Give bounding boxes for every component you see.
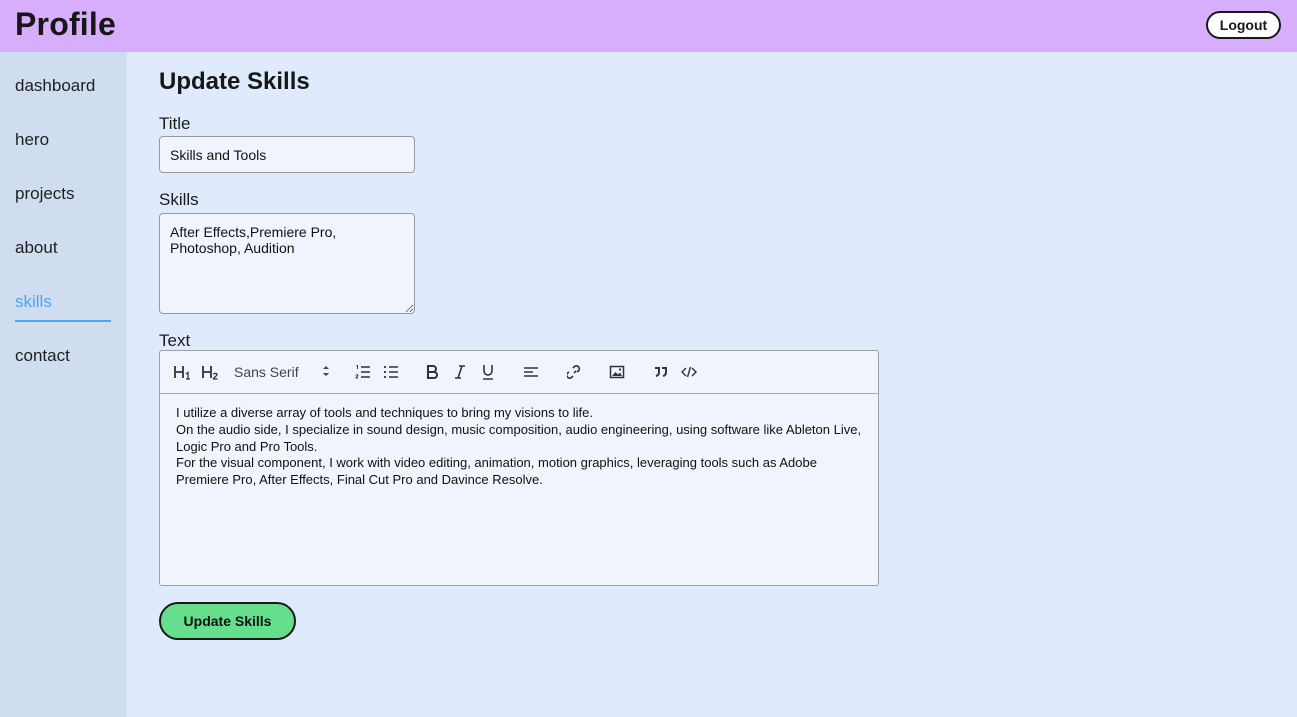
- underline-icon[interactable]: [480, 362, 496, 382]
- sidebar: dashboard hero projects about skills con…: [0, 52, 127, 717]
- link-icon[interactable]: [566, 362, 584, 382]
- main-content: Update Skills Title Skills After Effects…: [127, 52, 1297, 717]
- top-bar: Profile Logout: [0, 0, 1297, 52]
- title-input[interactable]: [159, 136, 415, 173]
- bold-icon[interactable]: [424, 362, 440, 382]
- editor-toolbar: Sans Serif: [160, 351, 878, 394]
- editor-content[interactable]: I utilize a diverse array of tools and t…: [176, 405, 866, 489]
- sidebar-item-hero[interactable]: hero: [15, 130, 49, 150]
- skills-label: Skills: [159, 190, 199, 209]
- page-title: Update Skills: [159, 68, 310, 95]
- sidebar-item-dashboard[interactable]: dashboard: [15, 76, 95, 96]
- editor-paragraph: I utilize a diverse array of tools and t…: [176, 405, 593, 420]
- rich-text-editor: Sans Serif I utilize a diverse array of …: [159, 350, 879, 586]
- editor-paragraph: For the visual component, I work with vi…: [176, 455, 817, 488]
- editor-paragraph: On the audio side, I specialize in sound…: [176, 421, 862, 454]
- font-family-select[interactable]: Sans Serif: [234, 362, 330, 382]
- blockquote-icon[interactable]: [652, 362, 670, 382]
- skills-textarea[interactable]: After Effects,Premiere Pro, Photoshop, A…: [159, 213, 415, 314]
- select-arrows-icon: [322, 364, 330, 381]
- font-family-value: Sans Serif: [234, 364, 299, 380]
- update-skills-button[interactable]: Update Skills: [159, 602, 296, 640]
- h2-icon[interactable]: [202, 362, 220, 382]
- bullet-list-icon[interactable]: [382, 362, 400, 382]
- code-icon[interactable]: [680, 362, 698, 382]
- italic-icon[interactable]: [452, 362, 468, 382]
- text-label: Text: [159, 331, 191, 350]
- ordered-list-icon[interactable]: [354, 362, 372, 382]
- sidebar-item-projects[interactable]: projects: [15, 184, 75, 204]
- align-left-icon[interactable]: [522, 362, 540, 382]
- sidebar-item-contact[interactable]: contact: [15, 346, 70, 366]
- app-title: Profile: [15, 6, 116, 42]
- sidebar-item-about[interactable]: about: [15, 238, 58, 258]
- title-label: Title: [159, 114, 191, 133]
- image-icon[interactable]: [608, 362, 626, 382]
- sidebar-item-skills[interactable]: skills: [15, 292, 52, 312]
- h1-icon[interactable]: [174, 362, 192, 382]
- logout-button[interactable]: Logout: [1206, 11, 1281, 39]
- active-nav-underline: [15, 320, 111, 322]
